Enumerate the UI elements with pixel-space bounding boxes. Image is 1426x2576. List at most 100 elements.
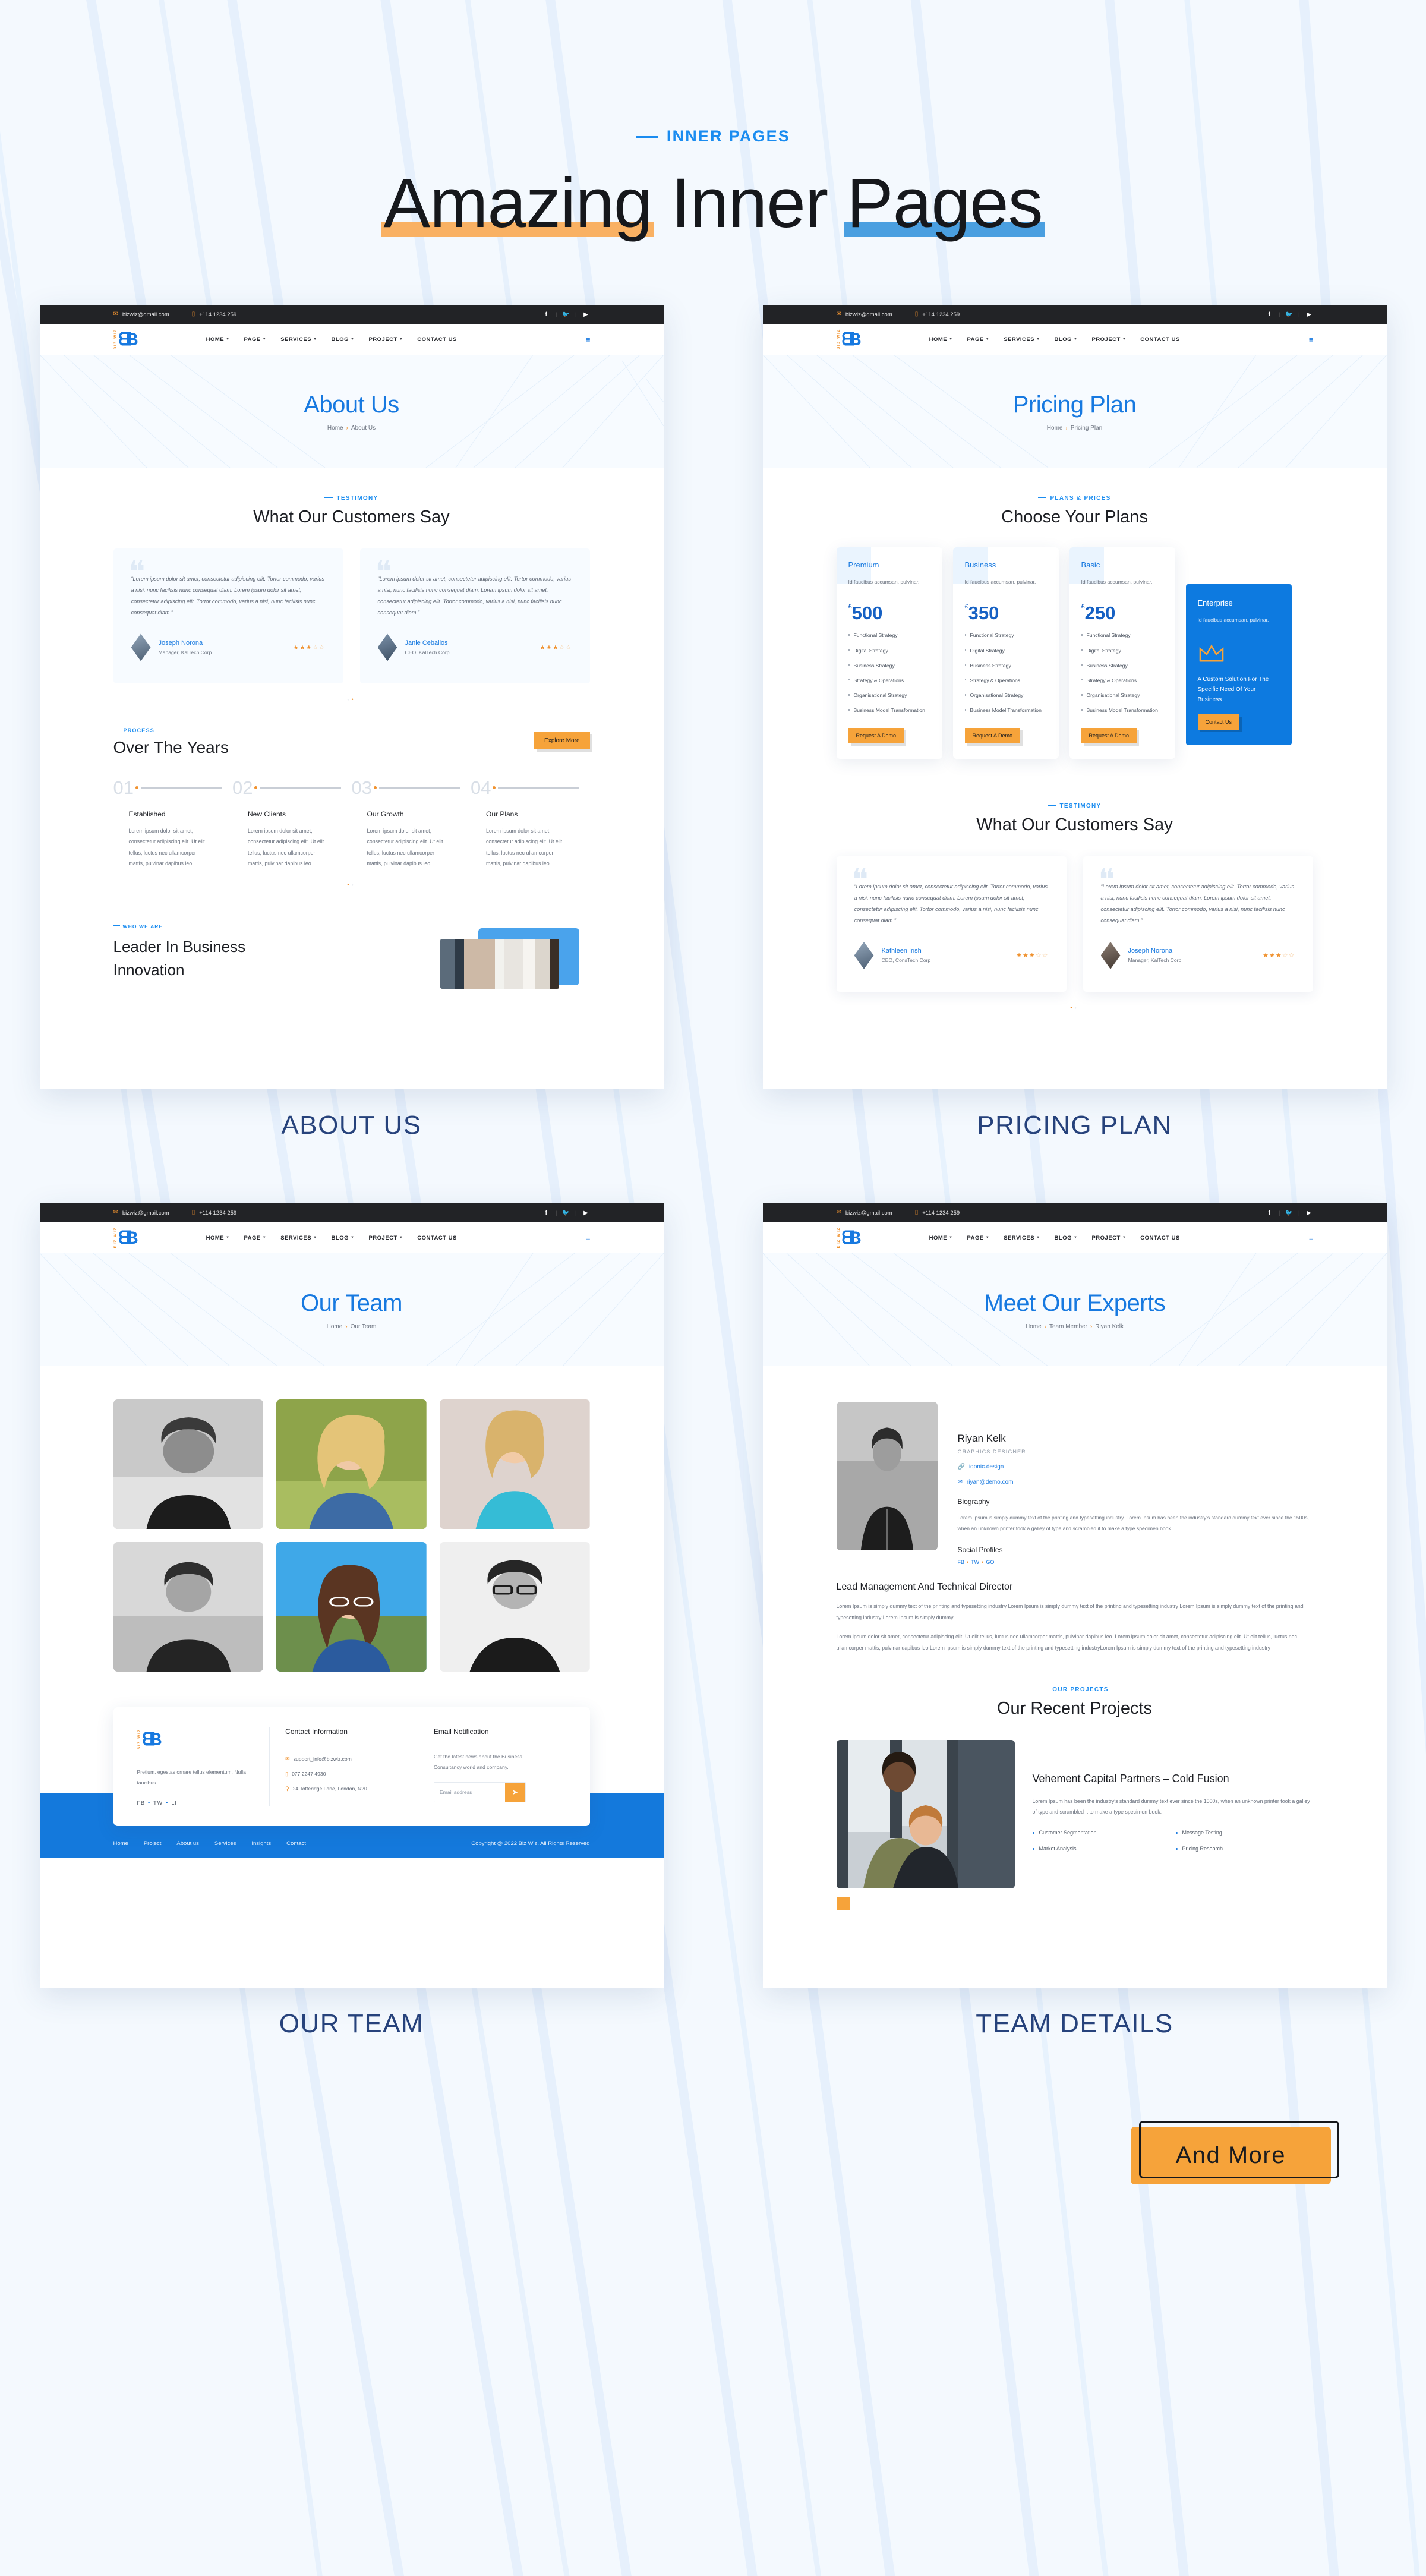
- footer-nav-insights[interactable]: Insights: [251, 1840, 271, 1847]
- hamburger-icon[interactable]: ≡: [586, 335, 591, 344]
- pricing-card-premium[interactable]: Premium Id faucibus accumsan, pulvinar. …: [836, 547, 942, 759]
- team-member-photo[interactable]: [276, 1399, 427, 1529]
- project-next-button[interactable]: [836, 1896, 850, 1910]
- facebook-icon[interactable]: 𝐟: [1266, 1209, 1273, 1217]
- social-link-tw[interactable]: TW: [153, 1800, 163, 1806]
- team-member-photo[interactable]: [113, 1399, 264, 1529]
- nav-item-services[interactable]: SERVICES ▼: [1004, 1235, 1040, 1241]
- twitter-icon[interactable]: 🐦: [1285, 311, 1293, 319]
- pricing-card-business[interactable]: Business Id faucibus accumsan, pulvinar.…: [952, 547, 1059, 759]
- pricing-card-enterprise[interactable]: Enterprise Id faucibus accumsan, pulvina…: [1185, 584, 1292, 746]
- nav-item-blog[interactable]: BLOG ▼: [332, 1235, 355, 1241]
- nav-item-project[interactable]: PROJECT ▼: [1091, 336, 1126, 343]
- breadcrumb-team-member[interactable]: Team Member: [1049, 1323, 1087, 1330]
- topbar-phone[interactable]: ▯ +114 1234 259: [192, 1210, 236, 1216]
- topbar-phone[interactable]: ▯ +114 1234 259: [192, 311, 236, 318]
- nav-item-blog[interactable]: BLOG ▼: [332, 336, 355, 343]
- topbar-email[interactable]: ✉ bizwiz@gmail.com: [837, 1210, 892, 1216]
- breadcrumb-home[interactable]: Home: [1026, 1323, 1042, 1330]
- site-logo[interactable]: BIZ WIZ ᗺB: [837, 1226, 864, 1250]
- youtube-icon[interactable]: ▶: [582, 311, 590, 319]
- request-demo-button[interactable]: Request A Demo: [848, 728, 904, 744]
- youtube-icon[interactable]: ▶: [1305, 1209, 1313, 1217]
- nav-item-services[interactable]: SERVICES ▼: [1004, 336, 1040, 343]
- site-logo[interactable]: BIZ WIZ ᗺB: [837, 327, 864, 351]
- social-link-tw[interactable]: TW: [971, 1559, 979, 1565]
- testimonial-card[interactable]: ❝ “Lorem ipsum dolor sit amet, consectet…: [113, 548, 343, 684]
- nav-item-page[interactable]: PAGE ▼: [967, 336, 990, 343]
- topbar-email[interactable]: ✉ bizwiz@gmail.com: [837, 311, 892, 318]
- request-demo-button[interactable]: Request A Demo: [1081, 728, 1137, 744]
- twitter-icon[interactable]: 🐦: [1285, 1209, 1293, 1217]
- nav-item-page[interactable]: PAGE ▼: [244, 1235, 267, 1241]
- site-logo[interactable]: BIZ WIZ ᗺB: [113, 1226, 141, 1250]
- nav-item-project[interactable]: PROJECT ▼: [368, 1235, 403, 1241]
- testimonial-card[interactable]: ❝ “Lorem ipsum dolor sit amet, consectet…: [836, 856, 1067, 992]
- nav-item-home[interactable]: HOME ▼: [206, 1235, 230, 1241]
- social-link-li[interactable]: LI: [171, 1800, 177, 1806]
- nav-item-project[interactable]: PROJECT ▼: [1091, 1235, 1126, 1241]
- nav-item-home[interactable]: HOME ▼: [929, 336, 953, 343]
- explore-more-button[interactable]: Explore More: [534, 732, 590, 750]
- breadcrumb-home[interactable]: Home: [327, 425, 343, 431]
- topbar-phone[interactable]: ▯ +114 1234 259: [915, 311, 960, 318]
- footer-nav-project[interactable]: Project: [144, 1840, 162, 1847]
- hamburger-icon[interactable]: ≡: [1309, 335, 1314, 344]
- nav-item-contact-us[interactable]: CONTACT US: [1140, 336, 1180, 343]
- screenshot-pricing-plan[interactable]: ✉ bizwiz@gmail.com ▯ +114 1234 259 𝐟 | 🐦 | ▶…: [762, 305, 1387, 1089]
- contact-us-button[interactable]: Contact Us: [1197, 714, 1240, 730]
- nav-item-contact-us[interactable]: CONTACT US: [1140, 1235, 1180, 1241]
- member-email[interactable]: ✉ riyan@demo.com: [958, 1479, 1313, 1486]
- nav-item-blog[interactable]: BLOG ▼: [1055, 1235, 1078, 1241]
- social-link-fb[interactable]: FB: [137, 1800, 146, 1806]
- facebook-icon[interactable]: 𝐟: [1266, 311, 1273, 319]
- team-member-photo[interactable]: [439, 1542, 590, 1672]
- nav-item-page[interactable]: PAGE ▼: [967, 1235, 990, 1241]
- nav-item-home[interactable]: HOME ▼: [929, 1235, 953, 1241]
- footer-nav-services[interactable]: Services: [214, 1840, 236, 1847]
- testimonial-card[interactable]: ❝ “Lorem ipsum dolor sit amet, consectet…: [1083, 856, 1313, 992]
- nav-item-contact-us[interactable]: CONTACT US: [417, 1235, 457, 1241]
- nav-item-home[interactable]: HOME ▼: [206, 336, 230, 343]
- nav-item-blog[interactable]: BLOG ▼: [1055, 336, 1078, 343]
- footer-contact-email[interactable]: ✉ support_info@bizwiz.com: [285, 1756, 402, 1762]
- topbar-email[interactable]: ✉ bizwiz@gmail.com: [113, 311, 169, 318]
- screenshot-about-us[interactable]: ✉ bizwiz@gmail.com ▯ +114 1234 259 𝐟 | 🐦 | ▶…: [39, 305, 664, 1089]
- screenshot-team-details[interactable]: ✉ bizwiz@gmail.com ▯ +114 1234 259 𝐟 | 🐦 | ▶…: [762, 1203, 1387, 1988]
- team-member-photo[interactable]: [276, 1542, 427, 1672]
- footer-contact-phone[interactable]: ▯ 077 2247 4930: [285, 1771, 402, 1777]
- nav-item-project[interactable]: PROJECT ▼: [368, 336, 403, 343]
- breadcrumb-home[interactable]: Home: [327, 1323, 343, 1330]
- member-website[interactable]: 🔗 iqonic.design: [958, 1464, 1313, 1470]
- send-icon[interactable]: ➤: [504, 1783, 525, 1802]
- breadcrumb-home[interactable]: Home: [1047, 425, 1063, 431]
- site-logo[interactable]: BIZ WIZ ᗺB: [113, 327, 141, 351]
- team-member-photo[interactable]: [439, 1399, 590, 1529]
- and-more-button[interactable]: And More: [1130, 2121, 1339, 2184]
- carousel-dots[interactable]: •◦: [113, 882, 590, 888]
- hamburger-icon[interactable]: ≡: [1309, 1234, 1314, 1243]
- twitter-icon[interactable]: 🐦: [562, 311, 570, 319]
- footer-nav-home[interactable]: Home: [113, 1840, 128, 1847]
- screenshot-our-team[interactable]: ✉ bizwiz@gmail.com ▯ +114 1234 259 𝐟 | 🐦 | ▶…: [39, 1203, 664, 1988]
- email-input[interactable]: Email address: [434, 1783, 505, 1802]
- testimonial-card[interactable]: ❝ “Lorem ipsum dolor sit amet, consectet…: [359, 548, 590, 684]
- nav-item-page[interactable]: PAGE ▼: [244, 336, 267, 343]
- team-member-photo[interactable]: [113, 1542, 264, 1672]
- social-link-go[interactable]: GO: [986, 1559, 994, 1565]
- pricing-card-basic[interactable]: Basic Id faucibus accumsan, pulvinar. £2…: [1069, 547, 1175, 759]
- footer-nav-contact[interactable]: Contact: [286, 1840, 306, 1847]
- youtube-icon[interactable]: ▶: [582, 1209, 590, 1217]
- hamburger-icon[interactable]: ≡: [586, 1234, 591, 1243]
- nav-item-contact-us[interactable]: CONTACT US: [417, 336, 457, 343]
- request-demo-button[interactable]: Request A Demo: [964, 728, 1021, 744]
- facebook-icon[interactable]: 𝐟: [542, 311, 550, 319]
- twitter-icon[interactable]: 🐦: [562, 1209, 570, 1217]
- youtube-icon[interactable]: ▶: [1305, 311, 1313, 319]
- facebook-icon[interactable]: 𝐟: [542, 1209, 550, 1217]
- footer-nav-about-us[interactable]: About us: [176, 1840, 199, 1847]
- carousel-dots[interactable]: •◦: [763, 1005, 1387, 1011]
- topbar-phone[interactable]: ▯ +114 1234 259: [915, 1210, 960, 1216]
- social-link-fb[interactable]: FB: [958, 1559, 965, 1565]
- topbar-email[interactable]: ✉ bizwiz@gmail.com: [113, 1210, 169, 1216]
